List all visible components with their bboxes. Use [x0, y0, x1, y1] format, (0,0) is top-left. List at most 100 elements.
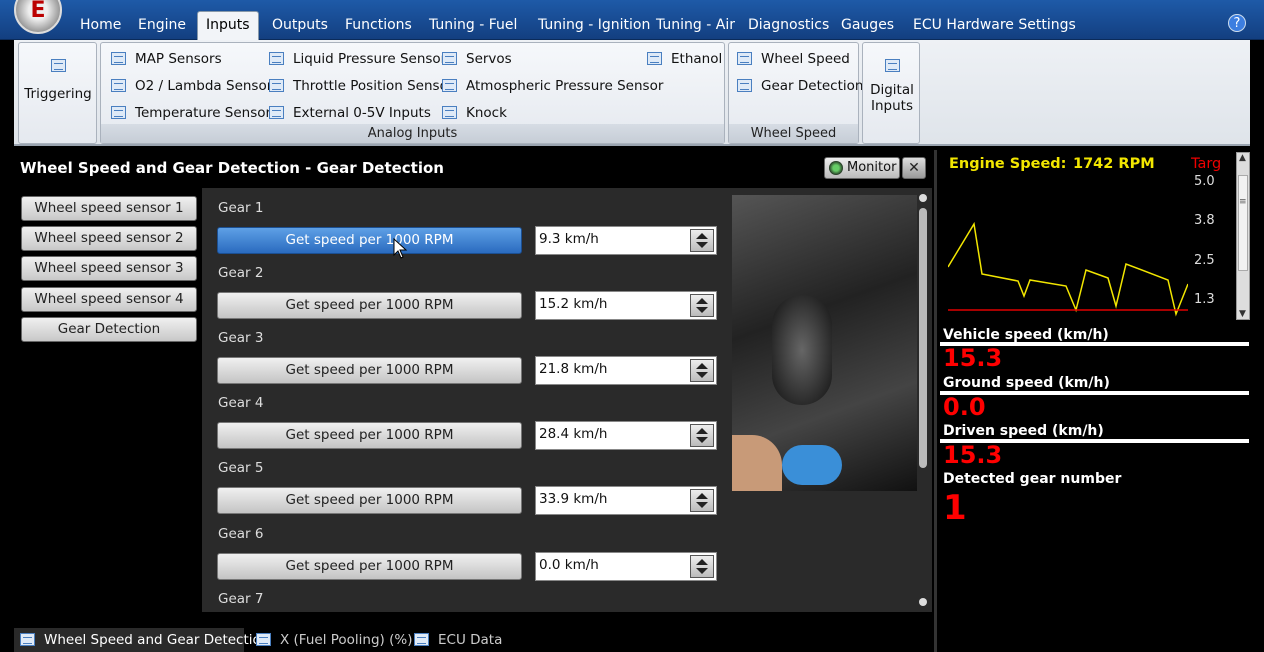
- monitor-button[interactable]: Monitor: [824, 157, 900, 179]
- menu-tuning-ignition[interactable]: Tuning - Ignition: [530, 12, 658, 38]
- gear-1-spinner[interactable]: [690, 229, 714, 252]
- video-glove: [782, 445, 842, 485]
- ribbon-throttle-position-sensor[interactable]: Throttle Position Sensor: [269, 76, 453, 96]
- scroll-down-dot[interactable]: [919, 598, 927, 606]
- gear-6-label: Gear 6: [218, 526, 264, 542]
- triggering-button[interactable]: Triggering: [23, 59, 93, 102]
- vehicle-speed-label: Vehicle speed (km/h): [943, 327, 1109, 343]
- gear-detection-icon: [737, 79, 752, 92]
- sidebar-wheel-speed-sensor-2[interactable]: Wheel speed sensor 2: [21, 226, 197, 251]
- o2-sensors-icon: [111, 79, 126, 92]
- gear-1-get-speed-button[interactable]: Get speed per 1000 RPM: [217, 227, 522, 254]
- vehicle-speed-value: 15.3: [943, 344, 1003, 372]
- tab-fuel-pooling[interactable]: X (Fuel Pooling) (%): [250, 628, 412, 652]
- gear-2-spinner[interactable]: [690, 294, 714, 317]
- gear-6-spinner[interactable]: [690, 555, 714, 578]
- gear-5-speed-field[interactable]: 33.9 km/h: [535, 486, 717, 515]
- menu-diagnostics[interactable]: Diagnostics: [740, 12, 837, 38]
- ribbon-ethanol[interactable]: Ethanol: [647, 49, 722, 69]
- wheel-speed-icon: [737, 52, 752, 65]
- bottom-tabs: Wheel Speed and Gear Detection X (Fuel P…: [0, 626, 934, 652]
- y-tick-3: 2.5: [1194, 253, 1215, 268]
- gear-5-get-speed-button[interactable]: Get speed per 1000 RPM: [217, 487, 522, 514]
- gear-panel: Gear 1 Get speed per 1000 RPM 9.3 km/h G…: [202, 188, 932, 612]
- graph-scrollbar[interactable]: ▲ ≡ ▼: [1236, 152, 1250, 320]
- help-icon[interactable]: ?: [1228, 14, 1246, 32]
- ribbon-atmospheric-pressure-sensor[interactable]: Atmospheric Pressure Sensor: [442, 76, 663, 96]
- ethanol-icon: [647, 52, 662, 65]
- tab-wheel-speed-gear-detection[interactable]: Wheel Speed and Gear Detection: [14, 628, 269, 652]
- wheel-speed-group-label: Wheel Speed: [729, 124, 858, 143]
- panel-scroll-thumb[interactable]: [919, 208, 927, 468]
- gear-1-speed-field[interactable]: 9.3 km/h: [535, 226, 717, 255]
- gear-2-get-speed-button[interactable]: Get speed per 1000 RPM: [217, 292, 522, 319]
- sidebar-wheel-speed-sensor-3[interactable]: Wheel speed sensor 3: [21, 256, 197, 281]
- scroll-grip-icon: ≡: [1239, 197, 1247, 207]
- menu-gauges[interactable]: Gauges: [833, 12, 902, 38]
- gear-6-speed-field[interactable]: 0.0 km/h: [535, 552, 717, 581]
- sidebar-wheel-speed-sensor-4[interactable]: Wheel speed sensor 4: [21, 287, 197, 312]
- ribbon: Triggering MAP Sensors O2 / Lambda Senso…: [14, 40, 1250, 146]
- menu-engine[interactable]: Engine: [130, 12, 194, 38]
- gear-4-spinner[interactable]: [690, 424, 714, 447]
- video-hand: [732, 435, 782, 491]
- scroll-down-icon[interactable]: ▼: [1239, 309, 1246, 319]
- gear-3-speed-field[interactable]: 21.8 km/h: [535, 356, 717, 385]
- tab-ecu-data[interactable]: ECU Data: [408, 628, 508, 652]
- ribbon-liquid-pressure-sensors[interactable]: Liquid Pressure Sensors: [269, 49, 453, 69]
- stat-divider-2: [940, 391, 1249, 395]
- menu-inputs[interactable]: Inputs: [197, 11, 259, 40]
- page-icon: [20, 633, 35, 646]
- gear-3-get-speed-button[interactable]: Get speed per 1000 RPM: [217, 357, 522, 384]
- ground-speed-value: 0.0: [943, 393, 986, 421]
- close-button[interactable]: ✕: [902, 157, 926, 179]
- driven-speed-label: Driven speed (km/h): [943, 423, 1104, 439]
- ribbon-knock[interactable]: Knock: [442, 103, 507, 123]
- menu-functions[interactable]: Functions: [337, 12, 420, 38]
- menu-outputs[interactable]: Outputs: [264, 12, 336, 38]
- menu-tuning-fuel[interactable]: Tuning - Fuel: [421, 12, 525, 38]
- ribbon-map-sensors[interactable]: MAP Sensors: [111, 49, 222, 69]
- map-sensors-icon: [111, 52, 126, 65]
- scroll-up-dot[interactable]: [919, 194, 927, 202]
- gear-2-speed-field[interactable]: 15.2 km/h: [535, 291, 717, 320]
- menu-tuning-air[interactable]: Tuning - Air: [648, 12, 743, 38]
- throttle-position-icon: [269, 79, 284, 92]
- gear-3-spinner[interactable]: [690, 359, 714, 382]
- gear-4-get-speed-button[interactable]: Get speed per 1000 RPM: [217, 422, 522, 449]
- atmospheric-pressure-icon: [442, 79, 457, 92]
- target-label: Targ: [1191, 156, 1221, 172]
- y-tick-4: 1.3: [1194, 292, 1215, 307]
- ribbon-servos[interactable]: Servos: [442, 49, 512, 69]
- graph-scroll-thumb[interactable]: [1238, 175, 1248, 271]
- digital-inputs-button[interactable]: Digital Inputs: [867, 59, 917, 114]
- detected-gear-label: Detected gear number: [943, 471, 1122, 487]
- ribbon-temperature-sensors[interactable]: Temperature Sensors: [111, 103, 278, 123]
- gear-4-speed-field[interactable]: 28.4 km/h: [535, 421, 717, 450]
- group-digital-inputs: Digital Inputs: [862, 42, 920, 144]
- driven-speed-value: 15.3: [943, 441, 1003, 469]
- ribbon-wheel-speed[interactable]: Wheel Speed: [737, 49, 850, 69]
- menu-home[interactable]: Home: [72, 12, 129, 38]
- video-gear-shifter: [772, 295, 832, 405]
- sidebar-gear-detection[interactable]: Gear Detection: [21, 317, 197, 342]
- knock-icon: [442, 106, 457, 119]
- gear-5-spinner[interactable]: [690, 489, 714, 512]
- ribbon-gear-detection[interactable]: Gear Detection: [737, 76, 863, 96]
- ground-speed-label: Ground speed (km/h): [943, 375, 1110, 391]
- sidebar-wheel-speed-sensor-1[interactable]: Wheel speed sensor 1: [21, 196, 197, 221]
- external-inputs-icon: [269, 106, 284, 119]
- gear-5-label: Gear 5: [218, 460, 264, 476]
- panel-divider[interactable]: [934, 150, 937, 652]
- panel-scrollbar[interactable]: [918, 194, 928, 606]
- ribbon-external-0-5v-inputs[interactable]: External 0-5V Inputs: [269, 103, 431, 123]
- gear-6-get-speed-button[interactable]: Get speed per 1000 RPM: [217, 553, 522, 580]
- gear-1-label: Gear 1: [218, 200, 264, 216]
- gauge-icon: [829, 161, 843, 175]
- menu-ecu-hardware-settings[interactable]: ECU Hardware Settings: [905, 12, 1084, 38]
- scroll-up-icon[interactable]: ▲: [1239, 153, 1246, 163]
- app-logo[interactable]: E: [14, 0, 62, 34]
- servos-icon: [442, 52, 457, 65]
- group-analog-inputs: MAP Sensors O2 / Lambda Sensors Temperat…: [100, 42, 725, 144]
- ribbon-o2-lambda-sensors[interactable]: O2 / Lambda Sensors: [111, 76, 279, 96]
